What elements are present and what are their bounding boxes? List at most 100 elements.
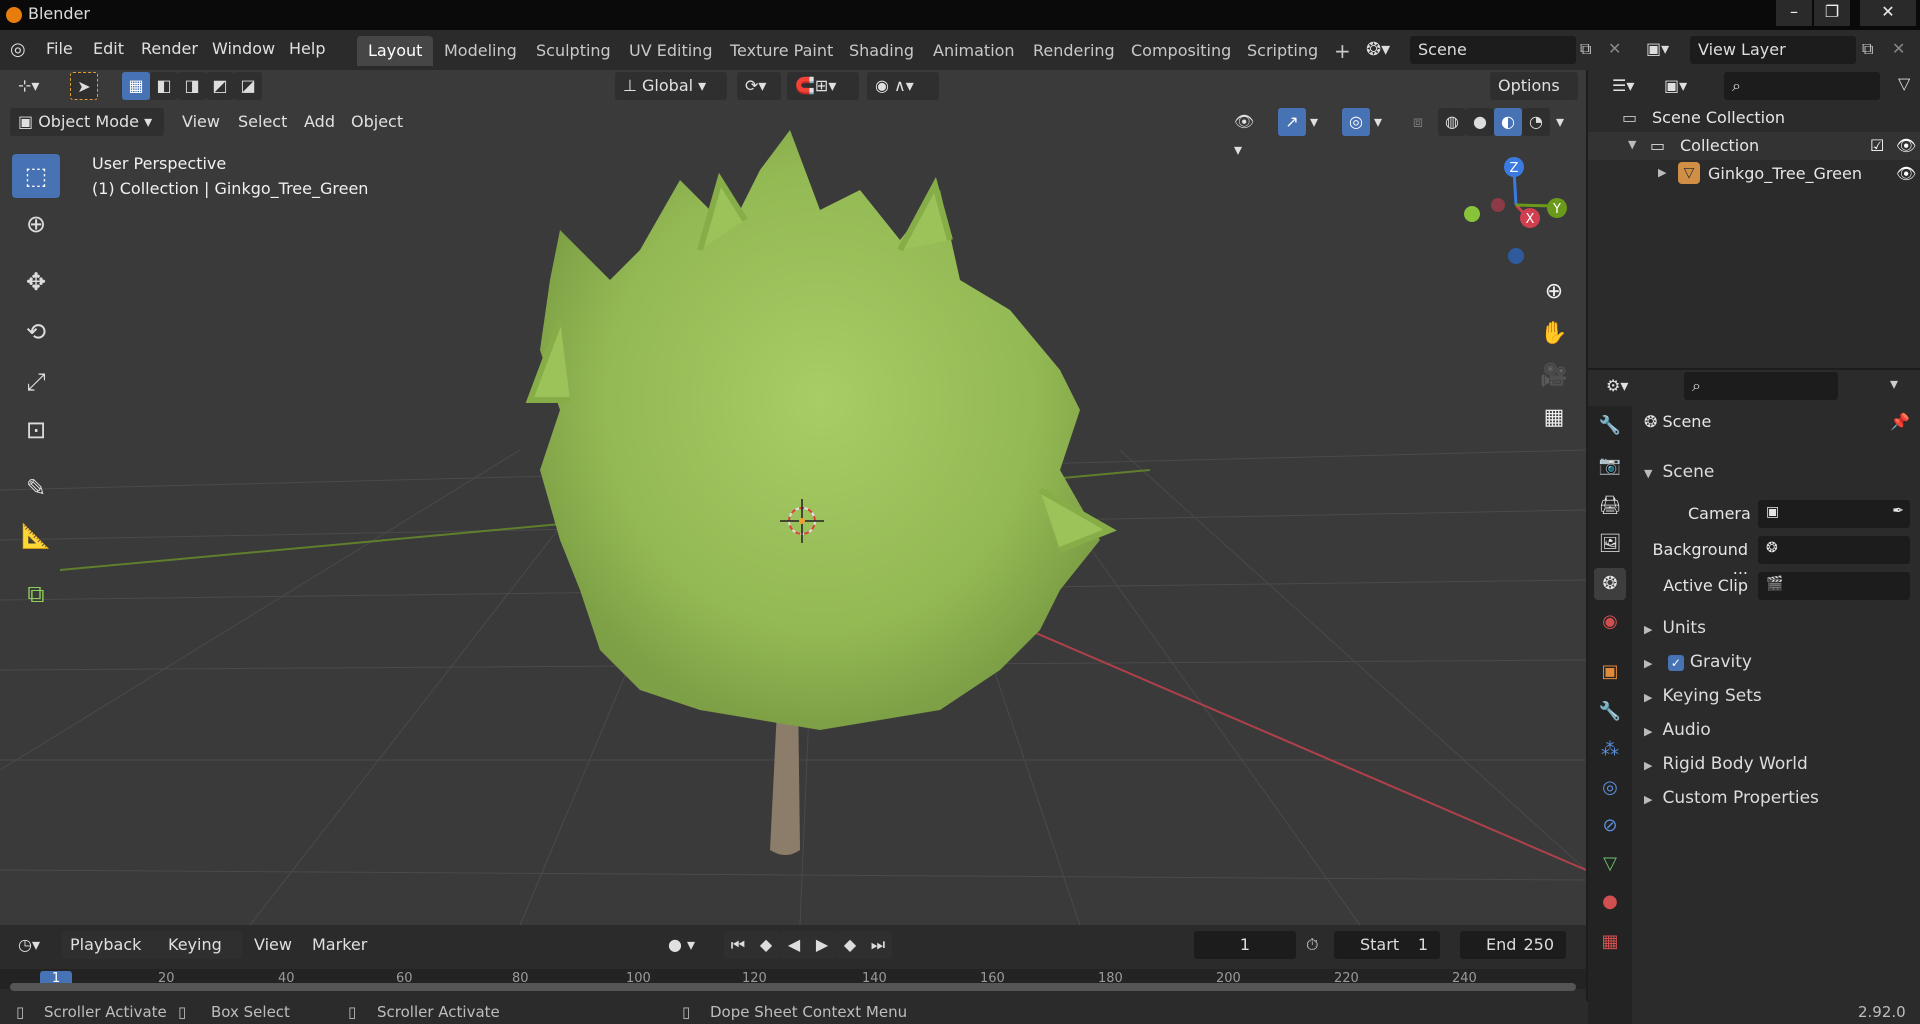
- auto-keying-toggle-icon[interactable]: ● ▾: [660, 931, 712, 959]
- view-layer-selector-icon[interactable]: ▣▾: [1646, 39, 1686, 61]
- collapse-arrow-icon[interactable]: ▶: [1658, 166, 1666, 179]
- 3d-viewport[interactable]: Z X Y ⊹▾ ➤ ▦ ◧ ◨ ◩ ◪ ⊥ Global ▾ ⟳▾ 🧲⊞▾ ◉…: [0, 70, 1586, 925]
- start-frame-field[interactable]: Start 1: [1334, 931, 1440, 959]
- move-tool-icon[interactable]: ✥: [12, 260, 60, 304]
- remove-view-layer-icon[interactable]: ✕: [1892, 39, 1912, 61]
- outliner-row-scene-collection[interactable]: ▭ Scene Collection: [1588, 104, 1920, 132]
- gizmo-toggle-icon[interactable]: ↗: [1278, 108, 1306, 136]
- remove-scene-icon[interactable]: ✕: [1608, 39, 1628, 61]
- audio-panel-header[interactable]: ▶ Audio: [1644, 720, 1711, 740]
- pan-hand-icon[interactable]: ✋: [1536, 316, 1572, 352]
- transform-orientation-dropdown[interactable]: ⊥ Global ▾: [615, 72, 727, 100]
- gizmo-dropdown[interactable]: ▾: [1306, 108, 1326, 136]
- end-frame-field[interactable]: End 250: [1460, 931, 1566, 959]
- overlay-toggle-icon[interactable]: ◎: [1342, 108, 1370, 136]
- physics-tab-icon[interactable]: ◎: [1594, 772, 1626, 804]
- restore-icon[interactable]: ❐: [1814, 0, 1850, 26]
- constraints-tab-icon[interactable]: ⊘: [1594, 810, 1626, 842]
- pin-icon[interactable]: 📌: [1890, 412, 1910, 431]
- timeline-scrollbar[interactable]: [10, 983, 1576, 991]
- menu-help[interactable]: Help: [289, 39, 325, 58]
- active-clip-field[interactable]: 🎬: [1758, 572, 1910, 600]
- editor-type-dropdown[interactable]: ◷▾: [10, 931, 54, 959]
- keying-dropdown[interactable]: Keying ▾: [160, 931, 242, 982]
- camera-field[interactable]: ▣ ✒: [1758, 500, 1910, 528]
- play-reverse-icon[interactable]: ◀: [780, 931, 808, 959]
- navigation-gizmo[interactable]: Z X Y: [1464, 157, 1567, 264]
- outliner-search-input[interactable]: ⌕: [1724, 72, 1880, 100]
- gravity-panel-header[interactable]: ▶ ✓ Gravity: [1644, 652, 1752, 672]
- tab-uv-editing[interactable]: UV Editing: [618, 36, 723, 66]
- rotate-tool-icon[interactable]: ⟲: [12, 310, 60, 354]
- properties-editor-type-icon[interactable]: ⚙▾: [1598, 372, 1642, 400]
- proportional-edit-dropdown[interactable]: ◉ ∧▾: [867, 72, 939, 100]
- menu-file[interactable]: File: [46, 39, 73, 58]
- checkbox-icon[interactable]: ☑: [1870, 136, 1884, 155]
- current-frame-field[interactable]: 1: [1194, 931, 1296, 959]
- close-icon[interactable]: ✕: [1860, 0, 1916, 26]
- gravity-checkbox[interactable]: ✓: [1667, 655, 1684, 671]
- jump-start-icon[interactable]: ⏮: [724, 931, 752, 959]
- select-mode-subtract-icon[interactable]: ◨: [178, 72, 206, 100]
- tab-shading[interactable]: Shading: [838, 36, 925, 66]
- rendered-shading-icon[interactable]: ◔: [1522, 108, 1550, 136]
- timeline-menu-marker[interactable]: Marker: [304, 931, 375, 959]
- data-tab-icon[interactable]: ▽: [1594, 848, 1626, 880]
- options-dropdown[interactable]: Options ▾: [1490, 72, 1578, 123]
- select-box-tool-icon[interactable]: ⬚: [12, 154, 60, 198]
- viewport-menu-add[interactable]: Add: [296, 108, 343, 136]
- annotate-tool-icon[interactable]: ✎: [12, 466, 60, 510]
- custom-properties-panel-header[interactable]: ▶ Custom Properties: [1644, 788, 1819, 808]
- material-tab-icon[interactable]: ●: [1594, 886, 1626, 918]
- wireframe-shading-icon[interactable]: ◍: [1438, 108, 1466, 136]
- keying-sets-panel-header[interactable]: ▶ Keying Sets: [1644, 686, 1762, 706]
- stopwatch-icon[interactable]: ⏱: [1306, 935, 1318, 955]
- modifier-tab-icon[interactable]: 🔧: [1594, 696, 1626, 728]
- eyedropper-icon[interactable]: ✒: [1892, 503, 1904, 519]
- view-layer-field[interactable]: View Layer: [1690, 36, 1856, 64]
- minimize-icon[interactable]: –: [1776, 0, 1812, 26]
- visibility-dropdown[interactable]: 👁▾: [1226, 108, 1270, 159]
- snap-dropdown[interactable]: 🧲⊞▾: [787, 72, 859, 100]
- menu-edit[interactable]: Edit: [93, 39, 124, 58]
- output-tab-icon[interactable]: 🖨: [1594, 490, 1626, 522]
- menu-window[interactable]: Window: [212, 39, 275, 58]
- select-tool-icon[interactable]: ➤: [70, 72, 98, 100]
- display-mode-icon[interactable]: ▣▾: [1656, 72, 1700, 100]
- new-view-layer-icon[interactable]: ⧉: [1862, 39, 1884, 61]
- scale-tool-icon[interactable]: ⤢: [12, 360, 60, 404]
- scene-tab-icon[interactable]: ❂: [1594, 568, 1626, 600]
- rigid-body-world-panel-header[interactable]: ▶ Rigid Body World: [1644, 754, 1808, 774]
- material-preview-shading-icon[interactable]: ◐: [1494, 108, 1522, 136]
- play-icon[interactable]: ▶: [808, 931, 836, 959]
- tab-layout[interactable]: Layout: [357, 36, 434, 66]
- tab-sculpting[interactable]: Sculpting: [525, 36, 622, 66]
- overlay-dropdown[interactable]: ▾: [1370, 108, 1390, 136]
- viewport-menu-select[interactable]: Select: [230, 108, 295, 136]
- new-scene-icon[interactable]: ⧉: [1580, 39, 1602, 61]
- timeline-menu-view[interactable]: View: [246, 931, 300, 959]
- select-mode-intersect-icon[interactable]: ◪: [234, 72, 262, 100]
- jump-keyframe-forward-icon[interactable]: ◆: [836, 931, 864, 959]
- tab-animation[interactable]: Animation: [922, 36, 1026, 66]
- render-tab-icon[interactable]: 📷: [1594, 450, 1626, 482]
- object-tab-icon[interactable]: ▣: [1594, 656, 1626, 688]
- menu-render[interactable]: Render: [141, 39, 198, 58]
- add-workspace-icon[interactable]: +: [1323, 36, 1362, 66]
- camera-view-icon[interactable]: 🎥: [1536, 358, 1572, 394]
- expand-arrow-icon[interactable]: ▼: [1628, 138, 1636, 151]
- shading-dropdown[interactable]: ▾: [1552, 108, 1572, 136]
- tab-scripting[interactable]: Scripting: [1236, 36, 1329, 66]
- measure-tool-icon[interactable]: 📐: [12, 514, 60, 558]
- select-mode-new-icon[interactable]: ▦: [122, 72, 150, 100]
- units-panel-header[interactable]: ▶ Units: [1644, 618, 1706, 638]
- add-cube-tool-icon[interactable]: ⧉: [12, 572, 60, 616]
- scene-selector-icon[interactable]: ❂▾: [1366, 39, 1406, 61]
- scene-panel-header[interactable]: ▼ Scene: [1644, 462, 1714, 482]
- outliner-editor-type-icon[interactable]: ☰▾: [1604, 72, 1648, 100]
- tab-texture-paint[interactable]: Texture Paint: [719, 36, 844, 66]
- viewport-menu-view[interactable]: View: [174, 108, 228, 136]
- panel-dropdown-icon[interactable]: ▾: [1890, 374, 1898, 393]
- properties-search-input[interactable]: ⌕: [1684, 372, 1838, 400]
- pivot-point-dropdown[interactable]: ⟳▾: [737, 72, 781, 100]
